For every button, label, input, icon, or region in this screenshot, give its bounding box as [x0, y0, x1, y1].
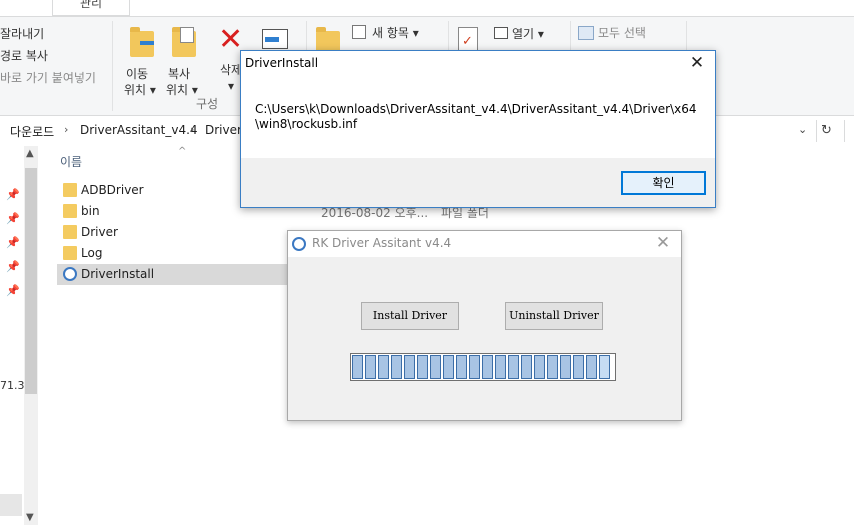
dialog-message: C:\Users\k\Downloads\DriverAssitant_v4.4…	[255, 102, 697, 131]
pin-icon[interactable]: 📌	[6, 212, 20, 225]
progress-block	[365, 355, 376, 379]
copy-to-sublabel: 위치 ▾	[166, 83, 198, 97]
progress-blocks	[352, 355, 610, 379]
progress-block	[469, 355, 480, 379]
paste-shortcut-button[interactable]: 바로 가기 붙여넣기	[0, 69, 96, 86]
refresh-icon[interactable]: ↻	[816, 120, 836, 142]
list-item-log[interactable]: Log	[57, 243, 287, 264]
app-icon	[63, 267, 77, 281]
select-all-icon	[578, 26, 594, 40]
select-all-button[interactable]: 모두 선택	[598, 24, 646, 41]
rename-icon[interactable]	[262, 29, 288, 49]
properties-icon[interactable]: ✓	[458, 27, 478, 51]
progress-block	[560, 355, 571, 379]
folder-icon	[63, 246, 77, 260]
progress-block	[534, 355, 545, 379]
copy-path-button[interactable]: 경로 복사	[0, 47, 48, 64]
delete-sublabel: ▾	[228, 79, 235, 93]
list-item-driverinstall[interactable]: DriverInstall	[57, 264, 287, 285]
column-header-name[interactable]: 이름	[60, 153, 82, 170]
file-name: Log	[81, 246, 103, 260]
file-name: DriverInstall	[81, 267, 155, 281]
cut-button[interactable]: 잘라내기	[0, 25, 44, 42]
driverinstall-dialog: DriverInstall ✕ C:\Users\k\Downloads\Dri…	[240, 50, 716, 208]
pin-icon[interactable]: 📌	[6, 236, 20, 249]
progress-block	[404, 355, 415, 379]
progress-block	[352, 355, 363, 379]
progress-block	[599, 355, 610, 379]
organize-group-label: 구성	[196, 97, 219, 111]
file-name: bin	[81, 204, 100, 218]
chevron-down-icon[interactable]: ⌄	[798, 123, 807, 136]
uninstall-driver-button[interactable]: Uninstall Driver	[505, 302, 603, 330]
install-driver-button[interactable]: Install Driver	[361, 302, 459, 330]
tab-manage[interactable]: 관리	[52, 0, 130, 16]
move-to-button[interactable]: 이동 위치 ▾	[122, 23, 162, 97]
dialog-title: DriverInstall	[245, 56, 319, 70]
file-name: Driver	[81, 225, 118, 239]
new-item-icon	[352, 25, 366, 39]
nav-pane-truncated-label: 71.3	[0, 379, 25, 392]
progress-block	[521, 355, 532, 379]
progress-block	[586, 355, 597, 379]
window-title: RK Driver Assitant v4.4	[312, 236, 452, 250]
scroll-thumb[interactable]	[25, 168, 37, 394]
new-item-button[interactable]: 새 항목 ▾	[372, 24, 419, 41]
rk-driver-assistant-window: RK Driver Assitant v4.4 ✕ Install Driver…	[287, 230, 682, 421]
close-icon[interactable]: ✕	[687, 53, 707, 73]
open-icon	[494, 27, 508, 39]
list-item-driver[interactable]: Driver	[57, 222, 287, 243]
delete-label: 삭제	[220, 63, 243, 77]
ribbon-divider	[112, 21, 113, 111]
progress-block	[443, 355, 454, 379]
search-box[interactable]	[844, 120, 854, 142]
nav-pane-selected-item[interactable]	[0, 494, 22, 516]
progress-block	[430, 355, 441, 379]
arrow-left-icon	[140, 41, 154, 45]
progress-block	[482, 355, 493, 379]
pin-icon[interactable]: 📌	[6, 260, 20, 273]
folder-icon	[63, 183, 77, 197]
folder-icon	[63, 225, 77, 239]
move-to-label: 이동	[126, 67, 149, 81]
progress-block	[378, 355, 389, 379]
sort-ascending-icon: ^	[178, 146, 187, 157]
pin-icon[interactable]: 📌	[6, 188, 20, 201]
scroll-down-icon[interactable]: ▼	[26, 512, 34, 523]
ribbon-tab-strip: 관리	[0, 0, 854, 16]
breadcrumb-driverassitant[interactable]: DriverAssitant_v4.4	[80, 123, 198, 137]
progress-bar	[350, 353, 616, 381]
copy-to-label: 복사	[168, 67, 191, 81]
close-icon[interactable]: ✕	[653, 233, 673, 253]
progress-block	[547, 355, 558, 379]
ok-button[interactable]: 확인	[621, 171, 706, 195]
pin-icon[interactable]: 📌	[6, 284, 20, 297]
move-to-sublabel: 위치 ▾	[124, 83, 156, 97]
file-name: ADBDriver	[81, 183, 144, 197]
progress-block	[495, 355, 506, 379]
page-icon	[180, 27, 194, 43]
copy-to-button[interactable]: 복사 위치 ▾	[164, 23, 204, 97]
progress-block	[391, 355, 402, 379]
open-button[interactable]: 열기 ▾	[512, 25, 544, 42]
breadcrumb-downloads[interactable]: 다운로드	[10, 123, 54, 140]
folder-icon	[63, 204, 77, 218]
app-icon	[292, 237, 306, 251]
breadcrumb-separator: ›	[64, 123, 69, 136]
progress-block	[456, 355, 467, 379]
progress-block	[417, 355, 428, 379]
title-bar[interactable]: RK Driver Assitant v4.4 ✕	[288, 231, 681, 257]
dialog-footer: 확인	[241, 158, 715, 207]
progress-block	[508, 355, 519, 379]
scroll-up-icon[interactable]: ▲	[26, 148, 34, 159]
progress-block	[573, 355, 584, 379]
breadcrumb-separator: ›	[190, 123, 195, 136]
